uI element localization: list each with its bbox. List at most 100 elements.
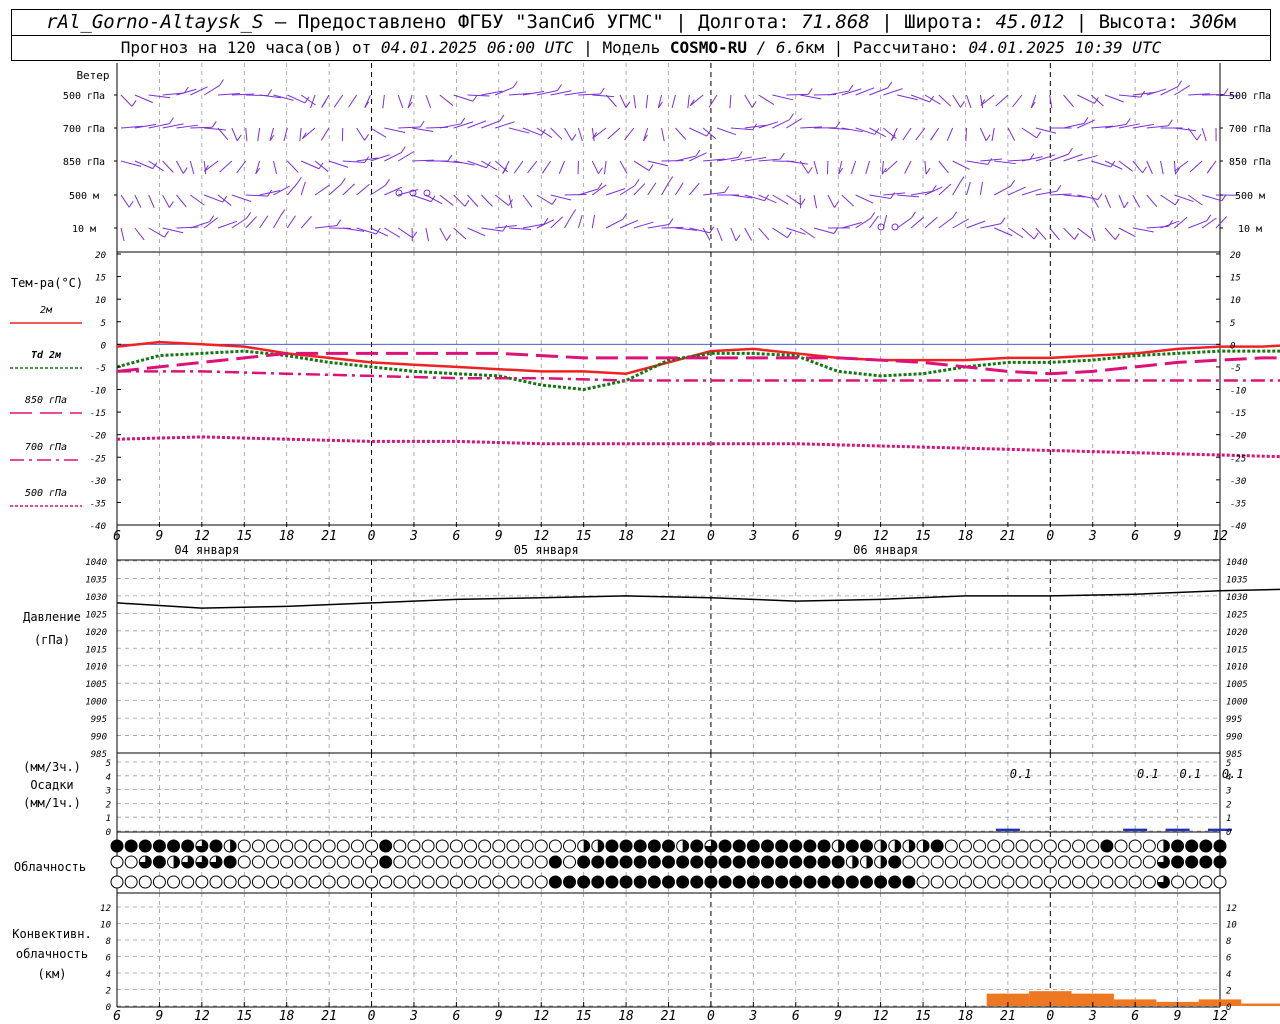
wind-barb-flag	[709, 226, 715, 234]
wind-barb	[1146, 194, 1158, 208]
cloud-symbol	[350, 855, 364, 869]
wind-barb	[952, 160, 970, 170]
wind-barb	[607, 127, 621, 140]
wind-barb-flag	[625, 101, 631, 108]
temperature-panel	[116, 340, 1280, 459]
temp-tick-right: -35	[1230, 499, 1246, 509]
cloud-half	[682, 840, 689, 852]
cloud-half	[880, 840, 887, 852]
wind-barb-flag	[834, 201, 839, 208]
cloud-symbol	[874, 875, 888, 889]
cloud-half	[230, 840, 237, 852]
wind-barb	[591, 214, 596, 229]
pres-tick-right: 1010	[1226, 663, 1248, 673]
cloud-symbol	[365, 839, 379, 853]
wind-barb	[522, 194, 533, 208]
cloud-symbol	[365, 875, 379, 889]
hour-tick-label: 0	[1046, 1009, 1054, 1024]
wind-barb	[980, 94, 995, 106]
cloud-symbol	[464, 875, 478, 889]
temp-tick-right: 0	[1230, 341, 1235, 351]
cloud-symbol	[492, 839, 506, 853]
wind-barb-flag	[542, 166, 547, 174]
wind-level-label-left: 500 гПа	[63, 91, 105, 102]
cloud-symbol	[831, 855, 845, 869]
cloud-symbol	[294, 855, 308, 869]
wind-barb-flag	[695, 149, 701, 157]
cloud-symbol	[251, 855, 265, 869]
conv-title-1: Конвективн.	[12, 927, 91, 941]
cloud-symbol	[294, 875, 308, 889]
wind-barb	[162, 194, 170, 208]
cloud-symbol	[506, 855, 520, 869]
wind-barb	[219, 160, 233, 173]
hour-tick-label: 12	[1212, 529, 1228, 544]
precip-tick-right: 1	[1226, 814, 1231, 824]
hour-tick-label: 12	[194, 1009, 210, 1024]
wind-barb	[841, 194, 855, 207]
wind-barb-flag	[164, 230, 169, 238]
pressure-line	[116, 588, 1280, 609]
pres-tick-right: 1000	[1226, 698, 1248, 708]
cloud-half	[880, 856, 887, 868]
wind-barb-flag	[464, 200, 470, 207]
wind-barb	[729, 94, 732, 109]
hour-tick-label: 9	[1174, 529, 1182, 544]
wind-barb	[370, 184, 386, 196]
wind-barb	[924, 216, 938, 229]
cloud-symbol	[704, 855, 718, 869]
wind-barb	[744, 94, 753, 108]
cloud-half	[866, 856, 873, 868]
pres-tick-left: 1030	[85, 593, 107, 603]
wind-barb	[896, 217, 912, 229]
wind-barb	[467, 94, 490, 97]
wind-barb	[1189, 160, 1203, 173]
cloud-symbol	[237, 839, 251, 853]
wind-barb	[1049, 227, 1060, 241]
cloud-symbol	[690, 855, 704, 869]
conv-tick-left: 12	[100, 904, 111, 914]
cloud-symbol	[520, 875, 534, 889]
hour-tick-label: 6	[452, 1009, 460, 1024]
wind-barb-flag	[870, 212, 876, 219]
cloud-symbol	[1185, 855, 1199, 869]
precip-tick-left: 0	[106, 828, 111, 838]
cloud-symbol	[548, 875, 562, 889]
temp-tick-left: -35	[90, 499, 106, 509]
wind-barb	[300, 216, 312, 229]
wind-barb	[716, 127, 737, 136]
cloud-symbol	[195, 875, 209, 889]
cloud-symbol	[534, 839, 548, 853]
conv-tick-right: 12	[1226, 904, 1237, 914]
precip-tick-left: 2	[106, 800, 111, 810]
precip-bar	[1123, 828, 1148, 831]
cloud-symbol	[563, 839, 577, 853]
cloud-symbol	[266, 839, 280, 853]
precip-tick-right: 4	[1226, 773, 1231, 783]
cloud-symbol	[1185, 839, 1199, 853]
wind-barb	[1049, 193, 1072, 196]
cloud-symbol	[930, 839, 944, 853]
cloud-symbol	[223, 855, 237, 869]
wind-barb	[1021, 127, 1037, 139]
cloud-symbol	[1057, 839, 1071, 853]
wind-barb	[884, 160, 898, 173]
temp-title: Тем-ра(°C)	[11, 276, 83, 290]
wind-barb	[509, 227, 531, 231]
cloud-half	[838, 840, 845, 852]
cloud-symbol	[167, 875, 181, 889]
precip-tick-right: 5	[1226, 759, 1231, 769]
wind-barb-flag	[236, 134, 242, 142]
temp-tick-left: 0	[101, 341, 106, 351]
wind-barb	[536, 194, 553, 205]
wind-barb-flag	[472, 94, 478, 102]
cloud-symbol	[718, 839, 732, 853]
cloud-symbol	[1128, 855, 1142, 869]
wind-barb-flag	[925, 167, 931, 175]
wind-level-label-right: 500 м	[1235, 191, 1265, 202]
cloud-symbol	[944, 839, 958, 853]
cloud-half	[597, 840, 604, 852]
wind-barb	[1077, 94, 1095, 104]
wind-barb	[513, 160, 524, 174]
hour-tick-label: 15	[236, 1009, 252, 1024]
